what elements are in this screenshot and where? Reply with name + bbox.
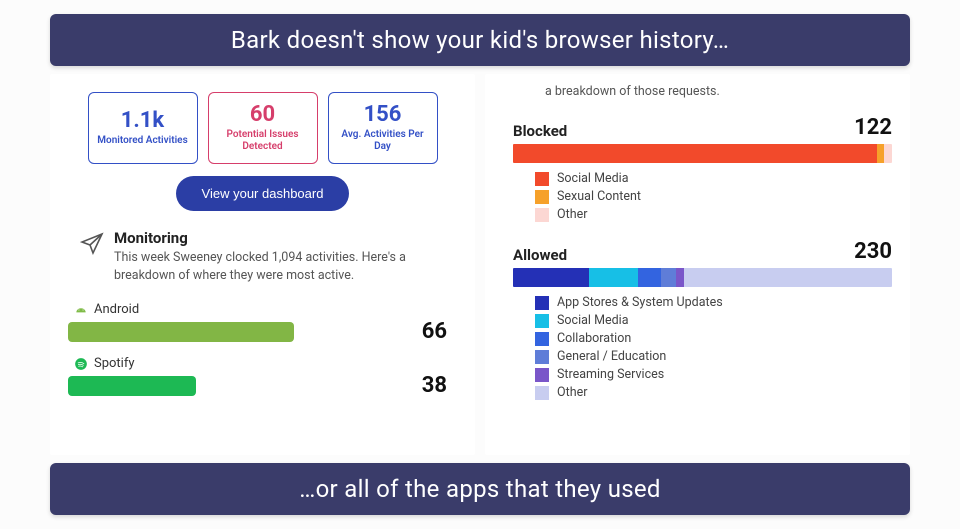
blocked-count: 122 [854,115,892,140]
stat-monitored-value: 1.1k [121,109,164,133]
monitoring-title: Monitoring [114,229,445,247]
legend-swatch [535,190,549,204]
blocked-legend: Social Media Sexual Content Other [485,169,910,239]
app-count-spotify: 38 [407,373,457,398]
legend-label: Social Media [557,313,629,328]
legend-label: App Stores & System Updates [557,295,723,310]
bar-segment [661,268,676,287]
panel-requests: a breakdown of those requests. Blocked 1… [485,74,910,455]
bar-segment [513,268,589,287]
bar-segment [684,268,892,287]
legend-swatch [535,368,549,382]
legend-item: App Stores & System Updates [535,295,892,310]
stat-issues-label: Potential Issues Detected [213,129,313,153]
stat-avg-label: Avg. Activities Per Day [333,129,433,153]
app-name-android: Android [94,302,139,317]
legend-label: Collaboration [557,331,631,346]
stat-avg-value: 156 [364,103,402,127]
bar-segment [513,144,877,163]
legend-item: Other [535,385,892,400]
app-count-android: 66 [407,319,457,344]
bar-segment [638,268,661,287]
legend-item: General / Education [535,349,892,364]
blocked-bar [513,144,892,163]
legend-item: Social Media [535,313,892,328]
app-bar-android [68,322,294,342]
legend-item: Streaming Services [535,367,892,382]
legend-label: General / Education [557,349,666,364]
monitoring-description: This week Sweeney clocked 1,094 activiti… [114,249,445,284]
allowed-bar [513,268,892,287]
legend-swatch [535,332,549,346]
legend-swatch [535,172,549,186]
view-dashboard-button[interactable]: View your dashboard [176,176,350,211]
app-bar-spotify [68,376,196,396]
stat-card-monitored[interactable]: 1.1k Monitored Activities [88,92,198,164]
legend-label: Other [557,207,587,222]
legend-item: Sexual Content [535,189,892,204]
allowed-count: 230 [854,239,892,264]
app-row-android: Android 66 [68,302,457,344]
stat-card-issues[interactable]: 60 Potential Issues Detected [208,92,318,164]
legend-item: Other [535,207,892,222]
banner-bottom: …or all of the apps that they used [50,463,910,515]
android-icon [74,303,88,317]
legend-swatch [535,314,549,328]
legend-item: Collaboration [535,331,892,346]
bar-segment [589,268,638,287]
spotify-icon [74,357,88,371]
legend-label: Other [557,385,587,400]
legend-swatch [535,350,549,364]
stat-monitored-label: Monitored Activities [97,135,187,147]
bar-segment [676,268,684,287]
app-row-spotify: Spotify 38 [68,356,457,398]
stat-card-avg[interactable]: 156 Avg. Activities Per Day [328,92,438,164]
requests-intro: a breakdown of those requests. [485,74,910,115]
app-name-spotify: Spotify [94,356,135,371]
bar-segment [877,144,885,163]
legend-swatch [535,208,549,222]
allowed-title: Allowed [513,246,567,264]
legend-swatch [535,386,549,400]
blocked-title: Blocked [513,122,567,140]
bar-segment [884,144,892,163]
legend-label: Streaming Services [557,367,664,382]
legend-item: Social Media [535,171,892,186]
legend-swatch [535,296,549,310]
allowed-legend: App Stores & System Updates Social Media C… [485,293,910,417]
legend-label: Sexual Content [557,189,641,204]
banner-top: Bark doesn't show your kid's browser his… [50,14,910,66]
stat-issues-value: 60 [250,103,275,127]
paper-plane-icon [80,232,104,260]
legend-label: Social Media [557,171,629,186]
panel-monitoring: 1.1k Monitored Activities 60 Potential I… [50,74,475,455]
